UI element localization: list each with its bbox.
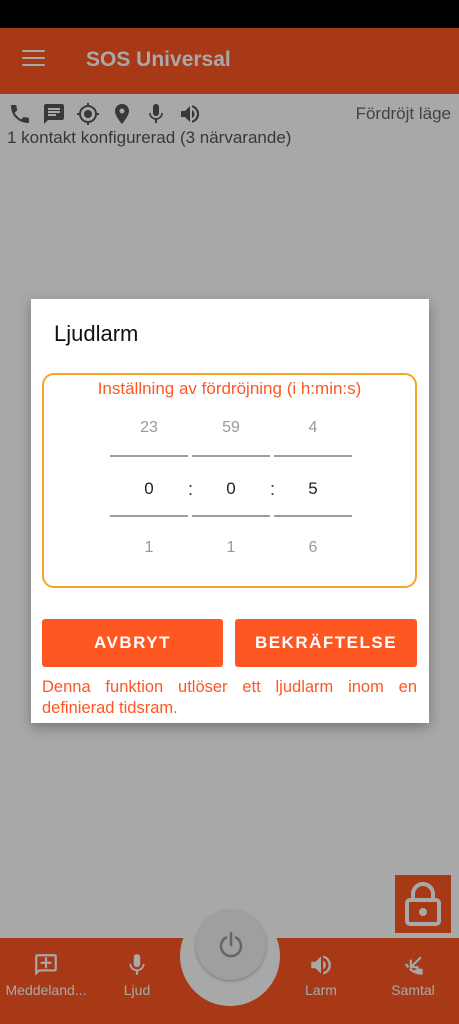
dialog-description: Denna funktion utlöser ett ljudlarm inom…: [42, 678, 417, 717]
picker-divider: [110, 455, 188, 457]
delay-picker: Inställning av fördröjning (i h:min:s) 2…: [42, 373, 417, 588]
picker-label: Inställning av fördröjning (i h:min:s): [97, 379, 362, 398]
minutes-prev-value[interactable]: 59: [192, 419, 270, 437]
sound-alarm-dialog: Ljudlarm Inställning av fördröjning (i h…: [31, 299, 429, 723]
cancel-button[interactable]: AVBRYT: [42, 619, 223, 667]
confirm-button[interactable]: BEKRÄFTELSE: [235, 619, 417, 667]
seconds-prev-value[interactable]: 4: [274, 419, 352, 437]
hours-next-value[interactable]: 1: [110, 539, 188, 557]
picker-divider: [274, 455, 352, 457]
hours-prev-value[interactable]: 23: [110, 419, 188, 437]
dialog-title: Ljudlarm: [54, 321, 139, 346]
picker-divider: [192, 455, 270, 457]
picker-divider: [110, 515, 188, 517]
seconds-next-value[interactable]: 6: [274, 539, 352, 557]
seconds-current-value[interactable]: 5: [274, 479, 352, 499]
picker-divider: [192, 515, 270, 517]
minutes-current-value[interactable]: 0: [192, 479, 270, 499]
minutes-next-value[interactable]: 1: [192, 539, 270, 557]
picker-divider: [274, 515, 352, 517]
hours-current-value[interactable]: 0: [110, 479, 188, 499]
